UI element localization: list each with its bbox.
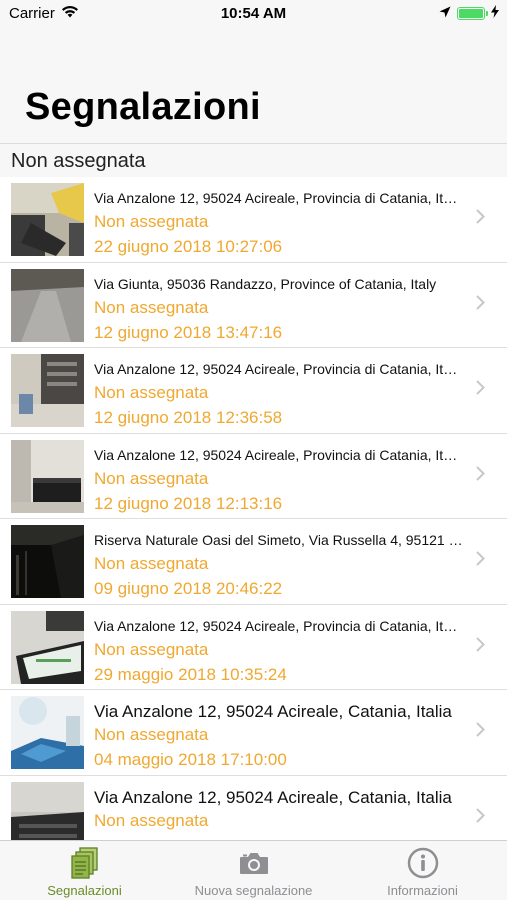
- report-thumbnail: [11, 354, 84, 427]
- report-row[interactable]: Via Anzalone 12, 95024 Acireale, Catania…: [0, 776, 507, 840]
- report-thumbnail: [11, 696, 84, 769]
- battery-level: [459, 9, 483, 18]
- report-status: Non assegnata: [94, 810, 209, 830]
- report-address: Via Anzalone 12, 95024 Acireale, Catania…: [94, 787, 452, 807]
- report-row[interactable]: Via Anzalone 12, 95024 Acireale, Provinc…: [0, 434, 507, 519]
- chevron-right-icon: [476, 380, 485, 400]
- report-address: Via Anzalone 12, 95024 Acireale, Provinc…: [94, 617, 464, 634]
- report-date: 29 maggio 2018 10:35:24: [94, 664, 287, 684]
- page-title: Segnalazioni: [25, 86, 261, 128]
- chevron-right-icon: [476, 722, 485, 742]
- reports-list[interactable]: Via Anzalone 12, 95024 Acireale, Provinc…: [0, 177, 507, 840]
- report-row[interactable]: Via Anzalone 12, 95024 Acireale, Provinc…: [0, 605, 507, 690]
- report-thumbnail: [11, 268, 84, 342]
- report-date: 04 maggio 2018 17:10:00: [94, 750, 287, 769]
- report-thumbnail: [11, 781, 84, 840]
- chevron-right-icon: [476, 636, 485, 657]
- report-thumbnail: [11, 610, 84, 684]
- documents-icon: [70, 847, 100, 886]
- report-date: 12 giugno 2018 12:13:16: [94, 493, 283, 513]
- location-arrow-icon: [439, 5, 451, 22]
- report-address: Riserva Naturale Oasi del Simeto, Via Ru…: [94, 532, 464, 548]
- chevron-right-icon: [476, 807, 485, 828]
- report-status: Non assegnata: [94, 639, 209, 659]
- battery-icon: [457, 7, 488, 20]
- report-row[interactable]: Via Anzalone 12, 95024 Acireale, Catania…: [0, 690, 507, 776]
- tab-segnalazioni[interactable]: Segnalazioni: [0, 841, 169, 900]
- report-status: Non assegnata: [94, 297, 209, 317]
- report-address: Via Anzalone 12, 95024 Acireale, Provinc…: [94, 446, 464, 463]
- tab-nuova-segnalazione[interactable]: Nuova segnalazione: [169, 841, 338, 900]
- chevron-right-icon: [476, 465, 485, 486]
- info-icon: [407, 847, 439, 884]
- section-header: Non assegnata: [0, 143, 507, 177]
- report-date: 22 giugno 2018 10:27:06: [94, 237, 283, 256]
- report-date: 12 giugno 2018 12:36:58: [94, 408, 283, 427]
- tab-label: Segnalazioni: [47, 883, 122, 898]
- status-right: [439, 5, 499, 22]
- navigation-bar: Segnalazioni: [0, 28, 507, 143]
- tab-bar: Segnalazioni Nuova segnalazione Informaz…: [0, 840, 507, 900]
- report-status: Non assegnata: [94, 468, 209, 488]
- report-date: 12 giugno 2018 13:47:16: [94, 322, 283, 342]
- report-address: Via Anzalone 12, 95024 Acireale, Provinc…: [94, 361, 464, 377]
- report-address: Via Anzalone 12, 95024 Acireale, Provinc…: [94, 190, 464, 206]
- report-status: Non assegnata: [94, 383, 209, 402]
- status-time: 10:54 AM: [220, 5, 287, 22]
- tab-informazioni[interactable]: Informazioni: [338, 841, 507, 900]
- report-thumbnail: [11, 439, 84, 513]
- report-address: Via Anzalone 12, 95024 Acireale, Catania…: [94, 702, 452, 721]
- charging-bolt-icon: [491, 5, 499, 22]
- section-title: Non assegnata: [11, 150, 146, 172]
- report-address: Via Giunta, 95036 Randazzo, Province of …: [94, 275, 437, 292]
- report-row[interactable]: Riserva Naturale Oasi del Simeto, Via Ru…: [0, 519, 507, 605]
- report-status: Non assegnata: [94, 554, 209, 573]
- report-status: Non assegnata: [94, 725, 209, 744]
- chevron-right-icon: [476, 294, 485, 315]
- chevron-right-icon: [476, 551, 485, 571]
- report-thumbnail: [11, 183, 84, 256]
- tab-label: Informazioni: [387, 883, 458, 898]
- report-thumbnail: [11, 525, 84, 598]
- report-status: Non assegnata: [94, 212, 209, 231]
- chevron-right-icon: [476, 209, 485, 229]
- report-row[interactable]: Via Anzalone 12, 95024 Acireale, Provinc…: [0, 177, 507, 263]
- status-bar: Carrier 10:54 AM: [0, 0, 507, 28]
- report-date: 09 giugno 2018 20:46:22: [94, 579, 283, 598]
- tab-label: Nuova segnalazione: [194, 883, 313, 898]
- report-row[interactable]: Via Anzalone 12, 95024 Acireale, Provinc…: [0, 348, 507, 434]
- camera-icon: [238, 847, 270, 882]
- report-row[interactable]: Via Giunta, 95036 Randazzo, Province of …: [0, 263, 507, 348]
